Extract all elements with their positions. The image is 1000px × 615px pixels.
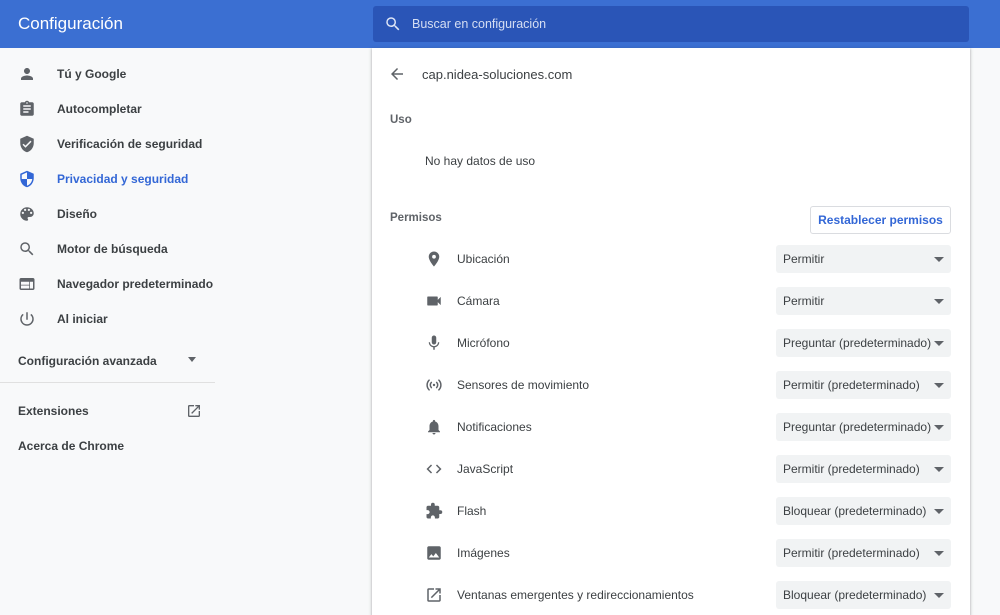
search-box[interactable] [373, 6, 969, 42]
search-input[interactable] [412, 17, 952, 31]
code-icon [425, 460, 443, 478]
permission-row-flash: Flash Bloquear (predeterminado) [372, 490, 970, 532]
page-title: Configuración [18, 14, 123, 33]
reset-permissions-button[interactable]: Restablecer permisos [810, 206, 951, 234]
dropdown-caret-icon [934, 341, 944, 346]
sidebar-item-default-browser[interactable]: Navegador predeterminado [0, 266, 215, 301]
microphone-icon [425, 334, 443, 352]
permission-row-popups: Ventanas emergentes y redireccionamiento… [372, 574, 970, 615]
sidebar-item-safety-check[interactable]: Verificación de seguridad [0, 126, 215, 161]
sidebar-item-autofill[interactable]: Autocompletar [0, 91, 215, 126]
permission-row-motion-sensors: Sensores de movimiento Permitir (predete… [372, 364, 970, 406]
sidebar-item-extensions[interactable]: Extensiones [0, 393, 215, 428]
sidebar-item-label: Autocompletar [57, 101, 142, 116]
puzzle-icon [425, 502, 443, 520]
sidebar-divider [0, 382, 215, 383]
sidebar-item-label: Al iniciar [57, 311, 108, 326]
permission-row-microphone: Micrófono Preguntar (predeterminado) [372, 322, 970, 364]
dropdown-caret-icon [934, 509, 944, 514]
permission-label: Micrófono [457, 336, 510, 350]
usage-text: No hay datos de uso [425, 154, 536, 168]
browser-icon [18, 275, 36, 293]
sidebar-item-label: Motor de búsqueda [57, 241, 168, 256]
permission-select-flash[interactable]: Bloquear (predeterminado) [776, 497, 951, 525]
dropdown-caret-icon [934, 257, 944, 262]
sidebar-item-label: Diseño [57, 206, 98, 221]
sidebar-item-you-and-google[interactable]: Tú y Google [0, 56, 215, 91]
sidebar-item-label: Tú y Google [57, 66, 127, 81]
permission-value: Permitir (predeterminado) [783, 462, 920, 476]
sidebar-item-on-startup[interactable]: Al iniciar [0, 301, 215, 336]
permission-label: JavaScript [457, 462, 514, 476]
bell-icon [425, 418, 443, 436]
permission-select-location[interactable]: Permitir [776, 245, 951, 273]
permission-value: Permitir [783, 252, 825, 266]
dropdown-caret-icon [934, 299, 944, 304]
permission-select-camera[interactable]: Permitir [776, 287, 951, 315]
permission-label: Ventanas emergentes y redireccionamiento… [457, 588, 694, 602]
permission-value: Permitir [783, 294, 825, 308]
power-icon [18, 310, 36, 328]
permission-row-notifications: Notificaciones Preguntar (predeterminado… [372, 406, 970, 448]
sidebar-item-design[interactable]: Diseño [0, 196, 215, 231]
permission-select-motion-sensors[interactable]: Permitir (predeterminado) [776, 371, 951, 399]
back-arrow-icon[interactable] [388, 65, 406, 83]
palette-icon [18, 205, 36, 223]
dropdown-caret-icon [934, 467, 944, 472]
permission-label: Notificaciones [457, 420, 532, 434]
sidebar-item-privacy[interactable]: Privacidad y seguridad [0, 161, 215, 196]
permission-label: Cámara [457, 294, 500, 308]
chevron-down-icon [188, 357, 196, 362]
permission-value: Preguntar (predeterminado) [783, 336, 932, 350]
sidebar-item-label: Verificación de seguridad [57, 136, 203, 151]
permission-row-location: Ubicación Permitir [372, 238, 970, 280]
shield-privacy-icon [18, 170, 36, 188]
search-icon [384, 15, 402, 33]
permission-value: Bloquear (predeterminado) [783, 588, 927, 602]
permission-label: Flash [457, 504, 487, 518]
permission-row-images: Imágenes Permitir (predeterminado) [372, 532, 970, 574]
permission-label: Ubicación [457, 252, 510, 266]
sidebar-item-about-chrome[interactable]: Acerca de Chrome [0, 428, 215, 463]
advanced-settings-toggle[interactable]: Configuración avanzada [0, 343, 215, 378]
image-icon [425, 544, 443, 562]
permission-value: Permitir (predeterminado) [783, 546, 920, 560]
permission-select-microphone[interactable]: Preguntar (predeterminado) [776, 329, 951, 357]
camera-icon [425, 292, 443, 310]
open-in-new-icon [425, 586, 443, 604]
usage-section-title: Uso [390, 114, 412, 126]
dropdown-caret-icon [934, 593, 944, 598]
permission-select-images[interactable]: Permitir (predeterminado) [776, 539, 951, 567]
location-icon [425, 250, 443, 268]
about-chrome-label: Acerca de Chrome [18, 438, 125, 453]
dropdown-caret-icon [934, 551, 944, 556]
search-icon [18, 240, 36, 258]
permission-value: Bloquear (predeterminado) [783, 504, 927, 518]
permission-select-popups[interactable]: Bloquear (predeterminado) [776, 581, 951, 609]
sidebar: Tú y Google Autocompletar Verificación d… [0, 48, 372, 615]
site-origin: cap.nidea-soluciones.com [422, 67, 573, 82]
sidebar-item-label: Privacidad y seguridad [57, 171, 189, 186]
clipboard-icon [18, 100, 36, 118]
sensors-icon [425, 376, 443, 394]
sidebar-item-label: Navegador predeterminado [57, 276, 214, 291]
permission-label: Imágenes [457, 546, 510, 560]
extensions-label: Extensiones [18, 403, 89, 418]
site-settings-card: cap.nidea-soluciones.com Uso No hay dato… [372, 48, 970, 615]
permission-value: Permitir (predeterminado) [783, 378, 920, 392]
dropdown-caret-icon [934, 425, 944, 430]
advanced-settings-label: Configuración avanzada [18, 353, 157, 368]
dropdown-caret-icon [934, 383, 944, 388]
permissions-section-title: Permisos [390, 212, 442, 224]
person-icon [18, 65, 36, 83]
open-in-new-icon [186, 403, 202, 419]
permission-select-javascript[interactable]: Permitir (predeterminado) [776, 455, 951, 483]
shield-check-icon [18, 135, 36, 153]
permission-value: Preguntar (predeterminado) [783, 420, 932, 434]
permission-select-notifications[interactable]: Preguntar (predeterminado) [776, 413, 951, 441]
permission-row-camera: Cámara Permitir [372, 280, 970, 322]
sidebar-item-search-engine[interactable]: Motor de búsqueda [0, 231, 215, 266]
permission-row-javascript: JavaScript Permitir (predeterminado) [372, 448, 970, 490]
permission-label: Sensores de movimiento [457, 378, 590, 392]
